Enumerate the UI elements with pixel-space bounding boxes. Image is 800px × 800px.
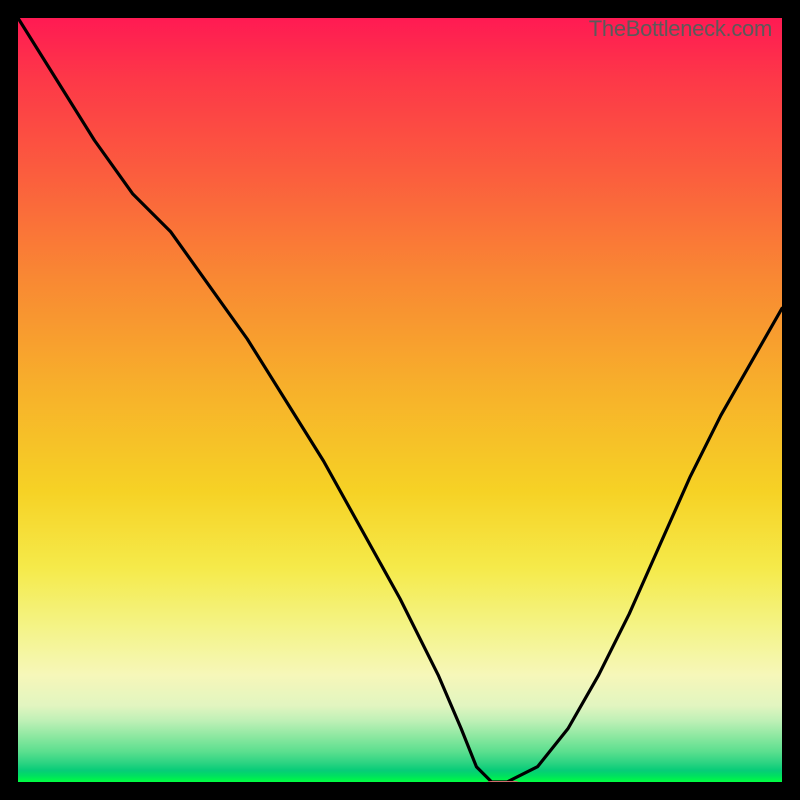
bottleneck-curve xyxy=(18,18,782,782)
chart-area: TheBottleneck.com xyxy=(15,15,785,785)
curve-layer xyxy=(18,18,782,782)
watermark-text: TheBottleneck.com xyxy=(589,16,772,42)
optimal-marker xyxy=(484,781,522,785)
